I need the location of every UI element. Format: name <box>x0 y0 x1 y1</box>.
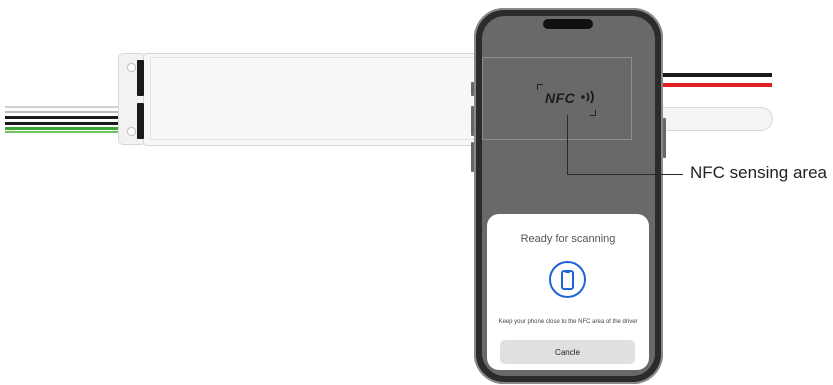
mount-hole <box>127 63 136 72</box>
wire-port-left-bottom <box>137 103 144 139</box>
wire-green-input-2 <box>5 131 125 133</box>
smartphone-icon <box>561 270 574 290</box>
nfc-wave-icon <box>580 90 594 104</box>
mount-hole <box>127 127 136 136</box>
nfc-logo: NFC <box>545 90 598 106</box>
nfc-logo-text: NFC <box>545 90 576 106</box>
wire-gray-input <box>5 111 125 113</box>
phone-notch <box>543 19 593 29</box>
cancel-button[interactable]: Cancle <box>500 340 635 364</box>
white-cable-output <box>655 107 773 131</box>
dialog-message: Keep your phone close to the NFC area of… <box>498 319 638 325</box>
smartphone-icon-speaker <box>565 271 570 273</box>
wire-white-input <box>5 106 125 108</box>
callout-line <box>567 174 683 175</box>
phone-side-button <box>663 118 666 158</box>
nfc-area-corner-mark <box>590 110 596 116</box>
wire-black-input-1 <box>5 116 125 119</box>
wire-black-input-2 <box>5 122 125 125</box>
wire-green-input <box>5 127 125 130</box>
nfc-area-corner-mark <box>537 84 543 90</box>
dialog-title: Ready for scanning <box>520 233 616 245</box>
wire-port-left-top <box>137 60 144 96</box>
nfc-sensing-area-label: NFC sensing area <box>690 163 828 182</box>
callout-line <box>567 115 568 175</box>
